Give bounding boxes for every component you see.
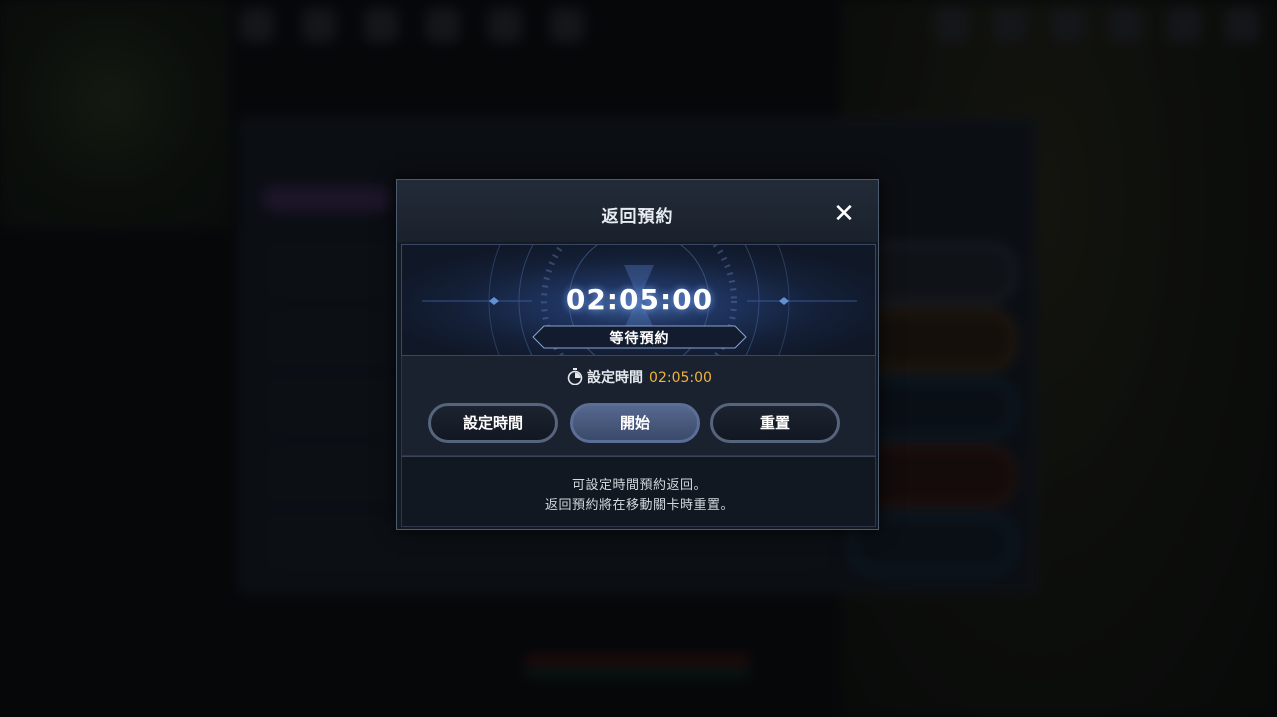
dialog-header: 返回預約 ✕ <box>397 180 878 242</box>
status-plate: 等待預約 <box>532 325 747 349</box>
return-reservation-dialog: 返回預約 ✕ 02:05:00 等待預約 設定時間 02:05:00 設定時間 … <box>396 179 879 530</box>
timer-display: 02:05:00 等待預約 <box>401 244 876 356</box>
close-icon[interactable]: ✕ <box>828 198 860 230</box>
set-time-summary: 設定時間 02:05:00 <box>402 367 877 389</box>
controls-section: 設定時間 02:05:00 設定時間 開始 重置 <box>401 356 876 456</box>
game-screen: 返回預約 ✕ 02:05:00 等待預約 設定時間 02:05:00 設定時間 … <box>0 0 1277 717</box>
info-section: 可設定時間預約返回。 返回預約將在移動關卡時重置。 <box>401 456 876 527</box>
reset-button[interactable]: 重置 <box>710 403 840 443</box>
set-time-value: 02:05:00 <box>649 370 712 386</box>
start-button[interactable]: 開始 <box>570 403 700 443</box>
set-time-button[interactable]: 設定時間 <box>428 403 558 443</box>
status-label: 等待預約 <box>609 331 670 347</box>
timer-value: 02:05:00 <box>565 283 714 316</box>
info-text-line-2: 返回預約將在移動關卡時重置。 <box>544 498 734 513</box>
stopwatch-icon <box>567 368 583 389</box>
info-text-line-1: 可設定時間預約返回。 <box>571 478 707 493</box>
set-time-label: 設定時間 <box>587 370 644 386</box>
dialog-title: 返回預約 <box>601 207 674 227</box>
